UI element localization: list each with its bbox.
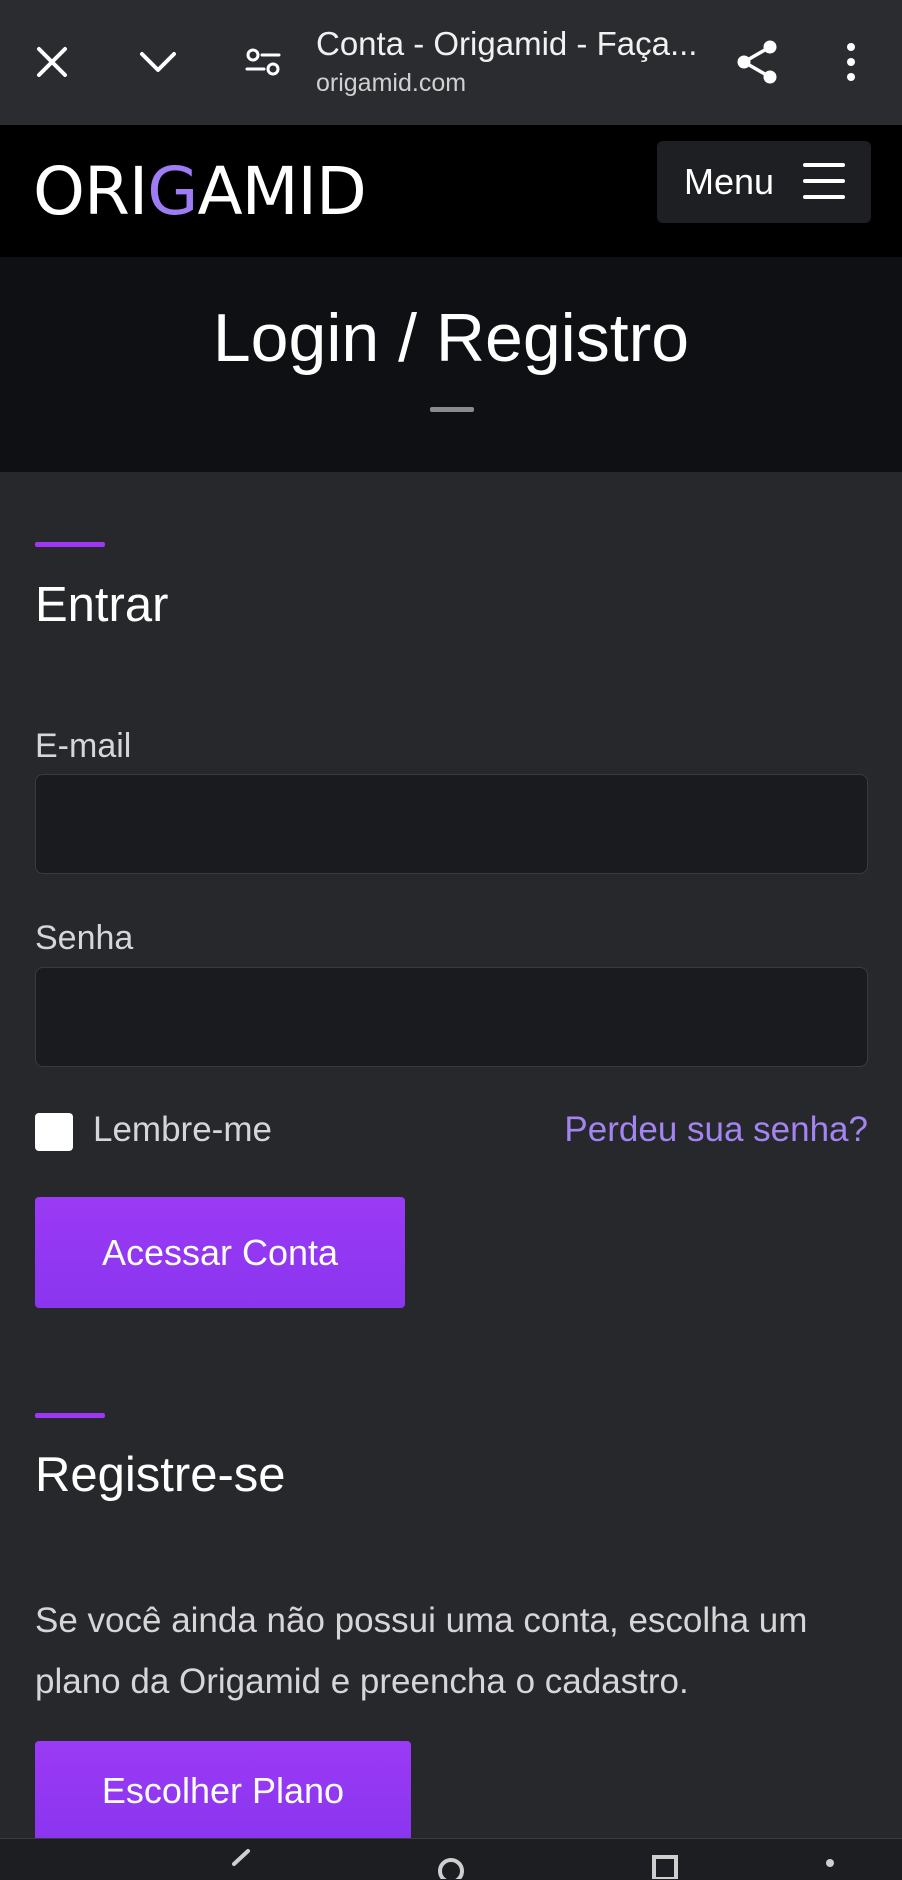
tab-domain: origamid.com	[316, 69, 467, 97]
email-label: E-mail	[35, 727, 132, 765]
accessibility-icon[interactable]	[815, 1849, 845, 1879]
login-submit-label: Acessar Conta	[101, 1231, 339, 1273]
password-field[interactable]	[35, 967, 868, 1067]
title-band: Login / Registro	[0, 257, 902, 472]
page-title: Login / Registro	[212, 300, 690, 376]
register-title: Registre-se	[35, 1448, 286, 1502]
remember-checkbox[interactable]	[35, 1113, 73, 1151]
page-settings-icon[interactable]	[233, 32, 293, 92]
remember-label[interactable]: Lembre-me	[93, 1110, 272, 1150]
email-field[interactable]	[35, 774, 868, 874]
bottom-nav-bar	[0, 1838, 902, 1880]
title-divider	[430, 407, 474, 412]
choose-plan-label: Escolher Plano	[101, 1770, 345, 1811]
menu-button[interactable]: Menu	[657, 141, 871, 223]
logo-text: ORIGAMID	[33, 153, 367, 230]
choose-plan-button[interactable]: Escolher Plano	[35, 1741, 411, 1841]
recents-icon[interactable]	[650, 1849, 680, 1879]
chevron-down-icon[interactable]	[128, 32, 188, 92]
tab-title: Conta - Origamid - Faça...	[316, 25, 698, 62]
site-header: ORIGAMID Menu	[0, 125, 902, 257]
password-label: Senha	[35, 919, 134, 957]
login-accent-line	[35, 542, 105, 547]
origamid-logo[interactable]: ORIGAMID	[33, 147, 367, 237]
register-accent-line	[35, 1413, 105, 1418]
register-description: Se você ainda não possui uma conta, esco…	[35, 1601, 808, 1701]
forgot-password-link[interactable]: Perdeu sua senha?	[564, 1110, 868, 1150]
share-icon[interactable]	[727, 32, 787, 92]
url-block[interactable]: Conta - Origamid - Faça... origamid.com	[316, 24, 716, 98]
more-vert-icon[interactable]	[821, 32, 881, 92]
hamburger-icon	[803, 163, 845, 199]
page: Conta - Origamid - Faça... origamid.com …	[0, 0, 902, 1880]
home-icon[interactable]	[436, 1849, 466, 1879]
back-icon[interactable]	[228, 1849, 258, 1879]
login-submit-button[interactable]: Acessar Conta	[35, 1197, 405, 1308]
login-title: Entrar	[35, 578, 169, 632]
browser-toolbar: Conta - Origamid - Faça... origamid.com	[0, 0, 902, 125]
close-icon[interactable]	[22, 32, 82, 92]
menu-label: Menu	[684, 161, 775, 202]
